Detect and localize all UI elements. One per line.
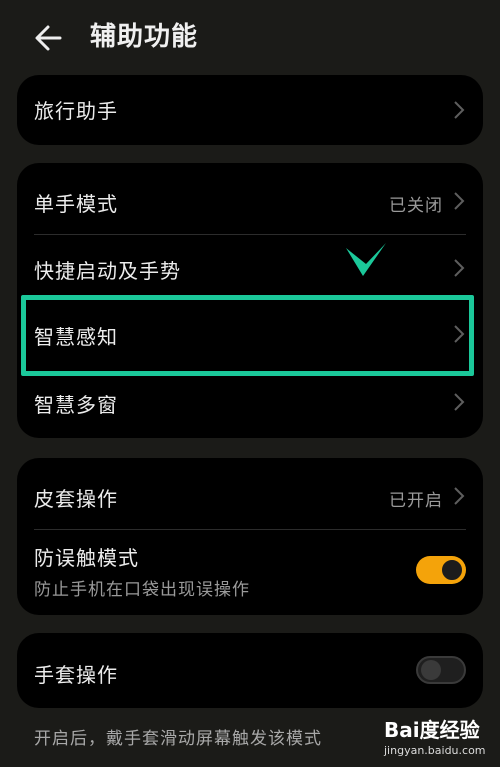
toggle-knob [421,660,441,680]
glove-footnote: 开启后，戴手套滑动屏幕触发该模式 [34,729,322,749]
checkmark-icon [346,243,386,276]
item-label: 手套操作 [34,663,118,687]
card-glove: 手套操作 [17,633,483,708]
watermark-text: Bai度经验 [384,718,480,742]
card-case-operations: 皮套操作 已开启 防误触模式 防止手机在口袋出现误操作 [17,458,483,615]
chevron-right-icon [454,192,465,210]
list-item-accidental-touch: 防误触模式 防止手机在口袋出现误操作 [17,530,483,615]
list-item-smart-multiwindow[interactable]: 智慧多窗 [17,369,483,435]
toggle-knob [442,560,462,580]
watermark-url: jingyan.baidu.com [384,744,486,757]
list-item-travel-assistant[interactable]: 旅行助手 [17,75,483,145]
glove-operation-toggle[interactable] [416,656,466,684]
page-title: 辅助功能 [90,22,199,52]
list-item-one-hand-mode[interactable]: 单手模式 已关闭 [17,163,483,235]
item-label: 智慧多窗 [34,393,118,417]
item-label: 快捷启动及手势 [34,259,181,283]
list-item-cover-operation[interactable]: 皮套操作 已开启 [17,458,483,530]
item-status: 已开启 [389,491,443,511]
list-item-shortcut-gestures[interactable]: 快捷启动及手势 [17,235,483,301]
item-label: 皮套操作 [34,487,118,511]
chevron-right-icon [454,259,465,277]
chevron-right-icon [454,393,465,411]
item-label: 防误触模式 [34,546,139,570]
chevron-right-icon [454,487,465,505]
accidental-touch-toggle[interactable] [416,556,466,584]
title-bar: 辅助功能 [0,0,500,75]
back-arrow-icon[interactable] [30,18,70,58]
item-label: 旅行助手 [34,99,118,123]
card-travel: 旅行助手 [17,75,483,145]
chevron-right-icon [454,101,465,119]
item-description: 防止手机在口袋出现误操作 [34,580,250,600]
list-item-glove-operation: 手套操作 [17,633,483,708]
highlight-box [21,295,474,376]
item-status: 已关闭 [389,196,443,216]
item-label: 单手模式 [34,192,118,216]
watermark: Bai度经验 jingyan.baidu.com [380,712,498,764]
